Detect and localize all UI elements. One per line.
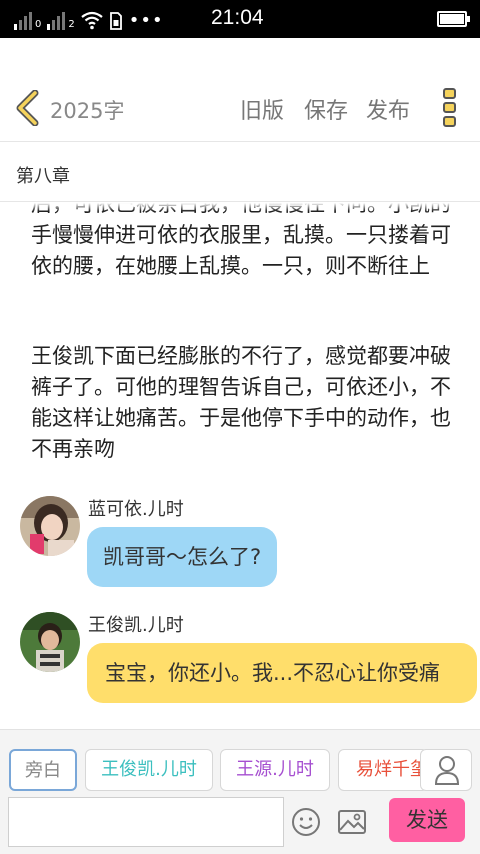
message-bubble[interactable]: 凯哥哥～怎么了?	[87, 527, 278, 587]
editor-header: 2025字 旧版 保存 发布	[0, 38, 480, 142]
chapter-title: 第八章	[16, 166, 70, 187]
publish-button[interactable]: 发布	[366, 93, 410, 125]
word-count: 2025字	[50, 99, 125, 123]
emoji-icon[interactable]	[290, 806, 322, 838]
status-icons: 0 2 •••	[14, 8, 164, 30]
narration-paragraph: 后，可依已被亲白我，他慢慢往下问。小凯的手慢慢伸进可依的衣服里，乱摸。一只搂着可…	[31, 203, 451, 278]
sender-name: 王俊凯.儿时	[88, 615, 184, 636]
battery-icon	[437, 11, 470, 27]
signal-icon-sim2: 2	[47, 10, 75, 30]
chapter-bar[interactable]: 第八章	[0, 142, 480, 202]
message-input[interactable]	[8, 797, 284, 847]
message-bubble[interactable]: 宝宝，你还小。我...不忍心让你受痛	[87, 643, 477, 703]
more-menu-icon[interactable]	[442, 88, 458, 130]
old-version-button[interactable]: 旧版	[240, 93, 284, 125]
composer-panel: 旁白 王俊凯.儿时 王源.儿时 易烊千玺 发送	[0, 729, 480, 854]
send-button[interactable]: 发送	[389, 798, 465, 842]
more-notifications-icon: •••	[128, 10, 164, 31]
story-content[interactable]: 后，可依已被亲白我，他慢慢往下问。小凯的手慢慢伸进可依的衣服里，乱摸。一只搂着可…	[0, 203, 480, 729]
status-bar: 0 2 ••• 21:04	[0, 0, 480, 38]
avatar	[20, 612, 80, 672]
sim2-label: 2	[68, 19, 75, 30]
character-chip-yi-yangqianxi[interactable]: 易烊千玺	[338, 749, 428, 791]
avatar	[20, 496, 80, 556]
image-icon[interactable]	[336, 806, 368, 838]
sim-card-icon	[109, 12, 122, 30]
chip-label: 王源.儿时	[236, 759, 314, 780]
character-chip-narration[interactable]: 旁白	[9, 749, 77, 791]
chip-label: 易烊千玺	[356, 759, 428, 780]
back-icon[interactable]	[14, 90, 42, 126]
chip-label: 王俊凯.儿时	[101, 759, 197, 780]
clock: 21:04	[211, 6, 264, 29]
sim1-label: 0	[35, 19, 42, 30]
sender-name: 蓝可依.儿时	[88, 499, 184, 520]
person-icon	[434, 756, 460, 785]
wifi-icon	[81, 11, 103, 30]
chip-label: 旁白	[25, 760, 61, 781]
character-chip-wang-yuan[interactable]: 王源.儿时	[220, 749, 330, 791]
narration-paragraph: 王俊凯下面已经膨胀的不行了，感觉都要冲破裤子了。可他的理智告诉自己，可依还小，不…	[31, 344, 451, 461]
signal-icon-sim1: 0	[14, 10, 41, 30]
save-button[interactable]: 保存	[304, 93, 348, 125]
scroll-fade	[0, 203, 480, 211]
character-manager-button[interactable]	[420, 749, 472, 791]
character-chip-wang-junkai[interactable]: 王俊凯.儿时	[85, 749, 213, 791]
